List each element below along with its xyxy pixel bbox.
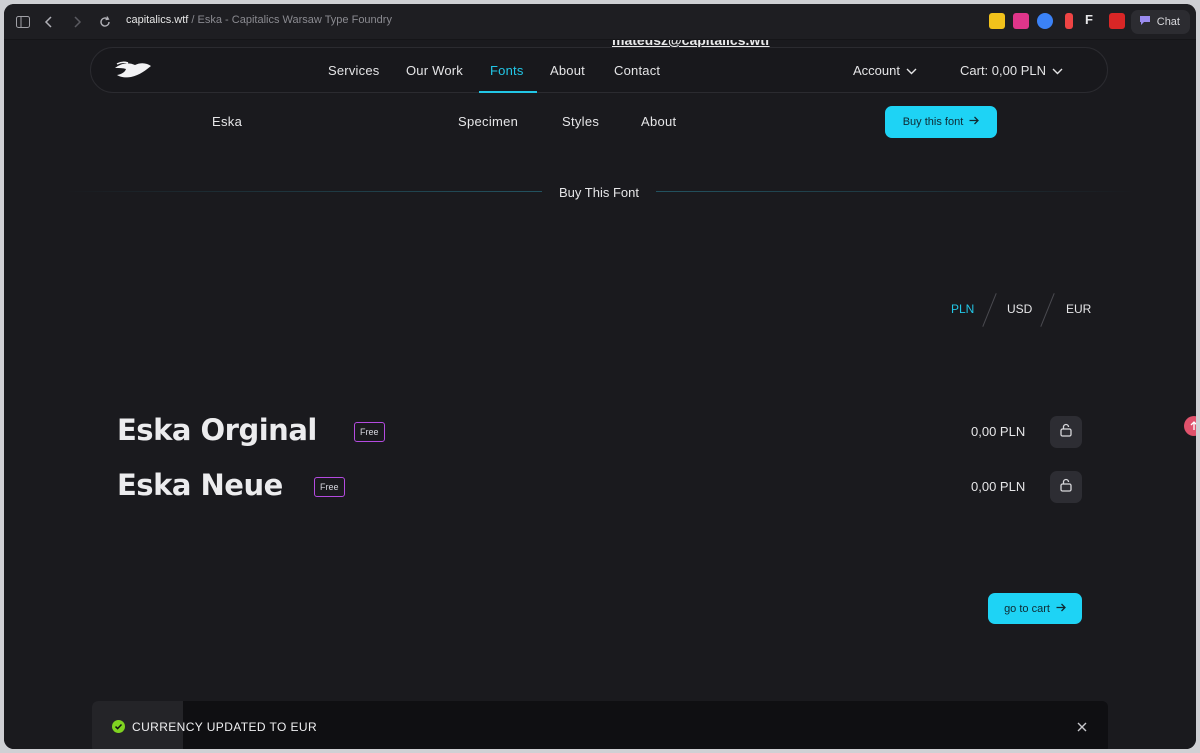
address-bar[interactable]: capitalics.wtf / Eska - Capitalics Warsa… <box>126 14 392 26</box>
subnav-about[interactable]: About <box>641 114 676 129</box>
browser-toolbar: capitalics.wtf / Eska - Capitalics Warsa… <box>4 4 1196 40</box>
extension-icon[interactable]: F <box>1085 12 1101 28</box>
nav-contact[interactable]: Contact <box>614 63 660 78</box>
buy-this-font-button[interactable]: Buy this font <box>885 106 997 138</box>
currency-eur[interactable]: EUR <box>1066 302 1091 316</box>
figma-icon[interactable] <box>1065 13 1073 29</box>
notification-toast: CURRENCY UPDATED TO EUR <box>92 701 1108 749</box>
divider-right <box>656 191 1136 192</box>
nav-about[interactable]: About <box>550 63 585 78</box>
arrow-right-icon <box>969 116 980 128</box>
chat-button[interactable]: Chat <box>1130 10 1190 34</box>
separator <box>1040 293 1055 327</box>
free-badge: Free <box>354 422 385 442</box>
font-name: Eska Orginal <box>117 413 317 447</box>
account-label: Account <box>853 63 900 78</box>
cart-label: Cart: 0,00 PLN <box>960 63 1046 78</box>
account-menu[interactable]: Account <box>853 63 917 78</box>
extension-icon[interactable] <box>989 13 1005 29</box>
back-icon[interactable] <box>40 13 58 31</box>
close-icon[interactable] <box>1076 720 1088 738</box>
subnav-font-name[interactable]: Eska <box>212 114 242 129</box>
arrow-right-icon <box>1056 603 1066 615</box>
main-navbar: Services Our Work Fonts About Contact Ac… <box>90 47 1108 93</box>
chevron-down-icon <box>906 63 917 78</box>
separator <box>982 293 997 327</box>
section-title: Buy This Font <box>559 185 639 200</box>
font-name: Eska Neue <box>117 468 283 502</box>
extension-icon[interactable] <box>1013 13 1029 29</box>
subnav-specimen[interactable]: Specimen <box>458 114 518 129</box>
nav-fonts[interactable]: Fonts <box>490 63 524 78</box>
active-nav-indicator <box>479 91 537 93</box>
chat-label: Chat <box>1156 16 1180 28</box>
font-price: 0,00 PLN <box>971 479 1026 494</box>
page-content: mateusz@capitalics.wtf Services Our Work… <box>4 40 1196 749</box>
cart-button-label: go to cart <box>1004 602 1050 615</box>
nav-services[interactable]: Services <box>328 63 379 78</box>
toast-message: CURRENCY UPDATED TO EUR <box>132 720 318 734</box>
browser-window: capitalics.wtf / Eska - Capitalics Warsa… <box>4 4 1196 749</box>
check-circle-icon <box>112 720 125 738</box>
lock-icon <box>1060 478 1072 497</box>
add-to-cart-button[interactable] <box>1050 471 1082 503</box>
currency-usd[interactable]: USD <box>1007 302 1032 316</box>
currency-pln[interactable]: PLN <box>951 302 974 316</box>
capitalics-logo[interactable] <box>113 60 153 87</box>
lock-icon <box>1060 423 1072 442</box>
buy-button-label: Buy this font <box>902 116 964 128</box>
go-to-cart-button[interactable]: go to cart <box>988 593 1082 624</box>
sidebar-toggle-icon[interactable] <box>14 13 32 31</box>
feedback-tab-icon[interactable] <box>1184 416 1196 436</box>
forward-icon[interactable] <box>68 13 86 31</box>
extension-icon[interactable] <box>1109 13 1125 29</box>
cart-menu[interactable]: Cart: 0,00 PLN <box>960 63 1063 78</box>
chat-icon <box>1139 15 1151 29</box>
extension-icon[interactable] <box>1037 13 1053 29</box>
url-domain: capitalics.wtf <box>126 14 189 26</box>
subnav-styles[interactable]: Styles <box>562 114 599 129</box>
chevron-down-icon <box>1052 63 1063 78</box>
font-price: 0,00 PLN <box>971 424 1026 439</box>
add-to-cart-button[interactable] <box>1050 416 1082 448</box>
divider-left <box>64 191 542 192</box>
nav-our-work[interactable]: Our Work <box>406 63 463 78</box>
page-title: Eska - Capitalics Warsaw Type Foundry <box>197 14 392 26</box>
reload-icon[interactable] <box>96 13 114 31</box>
free-badge: Free <box>314 477 345 497</box>
